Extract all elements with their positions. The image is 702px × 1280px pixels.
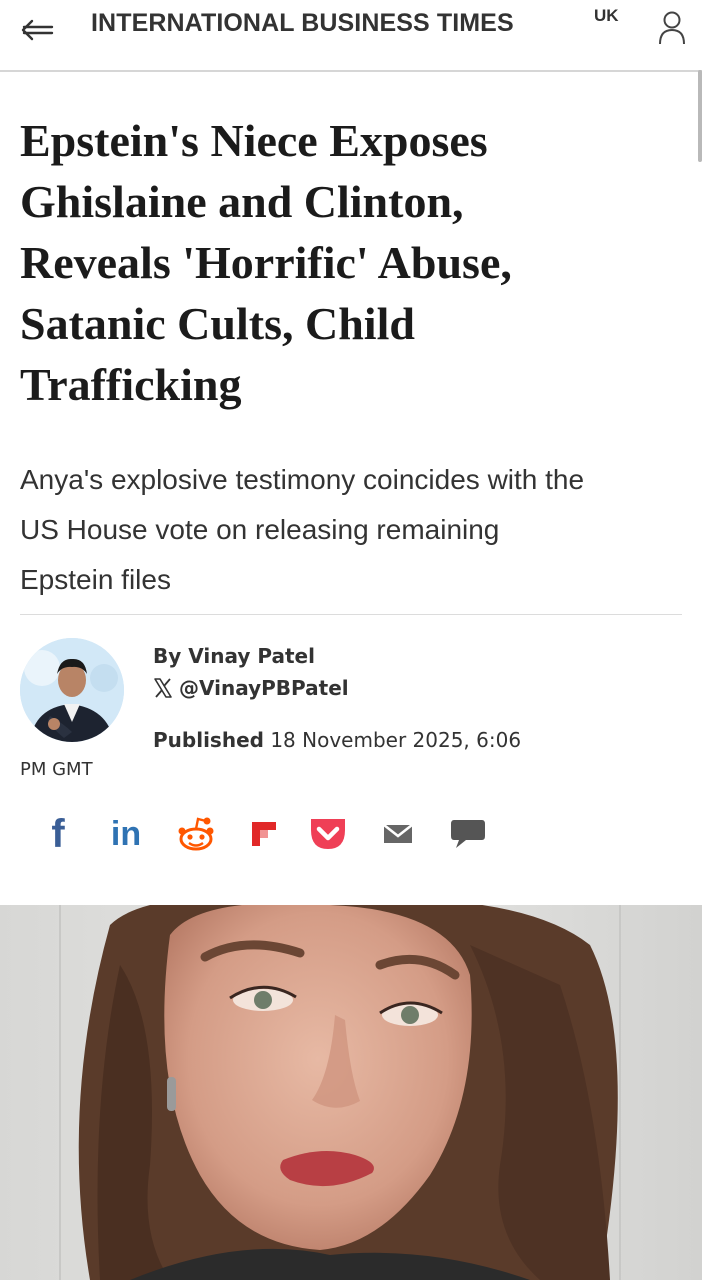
author-twitter-link[interactable]: @VinayPBPatel (153, 676, 349, 700)
share-reddit-button[interactable] (174, 810, 218, 858)
share-flipboard-button[interactable] (242, 810, 286, 858)
user-icon (659, 11, 685, 45)
author-avatar[interactable] (20, 638, 124, 742)
headline-line: Trafficking (20, 359, 242, 410)
pocket-icon (311, 819, 345, 849)
site-logo[interactable]: INTERNATIONAL BUSINESS TIMES (91, 9, 514, 38)
author-byline[interactable]: By Vinay Patel (153, 644, 315, 668)
back-button[interactable] (16, 10, 60, 50)
share-pocket-button[interactable] (306, 810, 350, 858)
comment-icon (451, 820, 485, 848)
facebook-icon: f (51, 812, 65, 856)
published-time-continuation: PM GMT (20, 759, 93, 780)
account-button[interactable] (652, 6, 692, 50)
scrollbar[interactable] (698, 70, 702, 162)
published-date: Published 18 November 2025, 6:06 (153, 728, 521, 752)
reddit-icon (178, 817, 214, 851)
share-linkedin-button[interactable]: in (104, 810, 148, 858)
linkedin-icon: in (110, 815, 142, 853)
x-logo-icon (154, 678, 172, 698)
author-handle: @VinayPBPatel (179, 676, 349, 700)
article-headline: Epstein's Niece Exposes Ghislaine and Cl… (20, 110, 660, 415)
email-icon (383, 823, 413, 843)
edition-label: UK (594, 6, 619, 25)
standfirst-line: Epstein files (20, 564, 171, 595)
headline-line: Satanic Cults, Child (20, 298, 415, 349)
headline-line: Reveals 'Horrific' Abuse, (20, 237, 512, 288)
divider (20, 614, 682, 615)
headline-line: Ghislaine and Clinton, (20, 176, 464, 227)
article-standfirst: Anya's explosive testimony coincides wit… (20, 455, 680, 605)
published-label: Published (153, 728, 264, 752)
author-photo (20, 638, 124, 742)
standfirst-line: Anya's explosive testimony coincides wit… (20, 464, 585, 495)
comments-button[interactable] (446, 810, 490, 858)
share-facebook-button[interactable]: f (36, 810, 80, 858)
flipboard-icon (252, 822, 276, 846)
headline-line: Epstein's Niece Exposes (20, 115, 488, 166)
article-hero-image[interactable] (0, 905, 702, 1280)
top-bar: INTERNATIONAL BUSINESS TIMES UK (0, 0, 702, 72)
hero-photo (0, 905, 702, 1280)
share-email-button[interactable] (376, 810, 420, 858)
published-datetime: 18 November 2025, 6:06 (270, 728, 522, 752)
back-arrow-icon (21, 19, 54, 41)
standfirst-line: US House vote on releasing remaining (20, 514, 500, 545)
